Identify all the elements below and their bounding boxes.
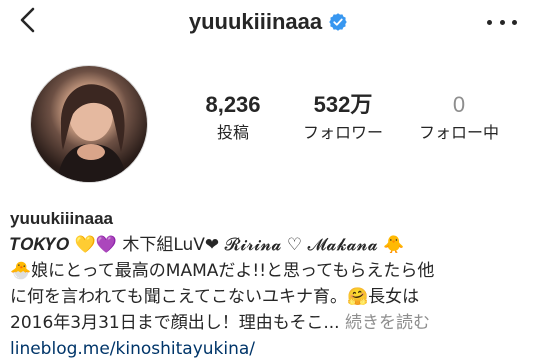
following-count[interactable]: 0 フォロー中 <box>404 92 514 144</box>
profile-username-header: yuuukiiinaaa <box>0 9 537 35</box>
posts-value: 8,236 <box>205 92 261 117</box>
profile-display-name: yuuukiiinaaa <box>10 209 113 228</box>
following-label: フォロー中 <box>418 123 499 142</box>
bio-line: に何を言われても聞こえてこないユキナ育。🤗長女は <box>10 287 420 307</box>
bio-line: 2016年3月31日まで顔出し！理由もそこ... <box>10 313 340 333</box>
following-value: 0 <box>452 92 466 117</box>
more-dots-icon <box>512 19 517 25</box>
more-dots-icon <box>487 19 492 25</box>
followers-label: フォロワー <box>302 123 383 142</box>
top-navigation-bar: yuuukiiinaaa <box>0 0 537 46</box>
posts-label: 投稿 <box>216 123 249 142</box>
profile-bio: yuuukiiinaaa 𝑻𝑶𝑲𝒀𝑶 💛💜 木下組LuV❤︎ 𝓡𝓲𝓻𝓲𝓷𝓪 ♡ … <box>10 206 530 362</box>
profile-photo <box>57 84 127 182</box>
read-more-link[interactable]: 続きを読む <box>345 313 430 333</box>
followers-count[interactable]: 532万 フォロワー <box>288 92 398 144</box>
profile-website-link[interactable]: lineblog.me/kinoshitayukina/ <box>10 336 530 362</box>
bio-line: 𝑻𝑶𝑲𝒀𝑶 💛💜 木下組LuV❤︎ 𝓡𝓲𝓻𝓲𝓷𝓪 ♡ 𝓜𝓪𝓴𝓪𝓷𝓪 🐥 <box>10 235 405 255</box>
bio-line: 🐣娘にとって最高のMAMAだよ!!と思ってもらえたら他 <box>10 261 435 281</box>
profile-stats: 8,236 投稿 532万 フォロワー 0 フォロー中 <box>160 92 520 152</box>
verified-badge-icon <box>329 13 347 31</box>
avatar[interactable] <box>31 66 147 182</box>
bio-line-with-more: 2016年3月31日まで顔出し！理由もそこ... 続きを読む <box>10 310 530 336</box>
posts-count[interactable]: 8,236 投稿 <box>188 92 278 144</box>
more-options-button[interactable] <box>487 12 517 32</box>
followers-value: 532万 <box>313 92 373 117</box>
more-dots-icon <box>499 19 505 25</box>
page-title: yuuukiiinaaa <box>188 9 323 34</box>
